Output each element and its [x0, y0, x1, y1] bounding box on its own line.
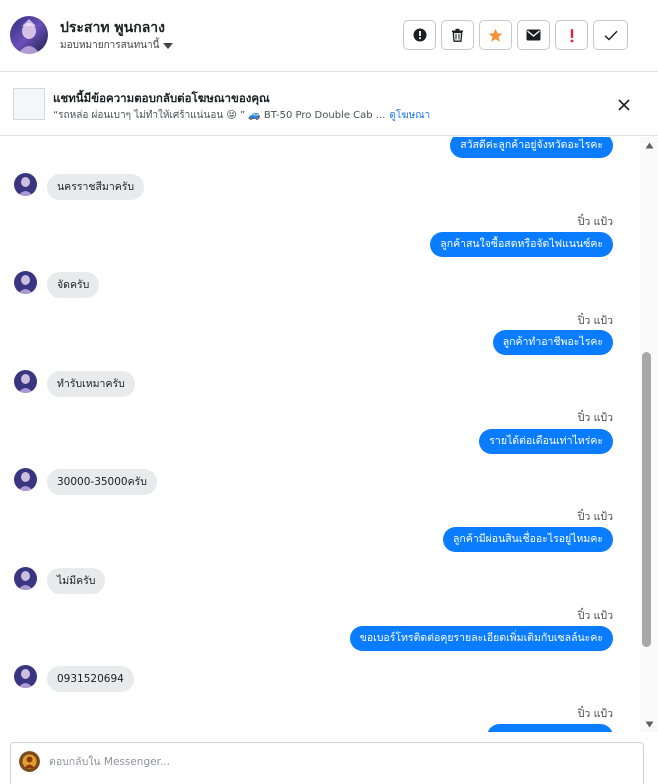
- incoming-message[interactable]: 30000-35000ครับ: [47, 469, 157, 495]
- contact-avatar-small: [14, 567, 37, 590]
- contact-name[interactable]: ประสาท พูนกลาง: [60, 17, 165, 39]
- message-thread[interactable]: สวัสดีค่ะลูกค้าอยู่จังหวัดอะไรคะ นครราชส…: [0, 137, 640, 732]
- outgoing-message[interactable]: [487, 724, 613, 732]
- mark-unread-button[interactable]: [517, 20, 550, 50]
- contact-avatar-small: [14, 370, 37, 393]
- outgoing-message[interactable]: ลูกค้าสนใจซื้อสดหรือจัดไฟแนนซ์คะ: [430, 232, 613, 257]
- scroll-down-button[interactable]: [640, 717, 658, 731]
- ad-thumbnail[interactable]: [13, 88, 45, 120]
- report-button[interactable]: [403, 20, 436, 50]
- checkmark-icon: [604, 30, 618, 40]
- outgoing-message[interactable]: ลูกค้ามีผ่อนสินเชื่ออะไรอยู่ไหมคะ: [443, 527, 613, 552]
- incoming-message[interactable]: นครราชสีมาครับ: [47, 174, 145, 200]
- outgoing-message[interactable]: ขอเบอร์โทรติดต่อคุยรายละเอียดเพิ่มเติมกั…: [349, 626, 613, 651]
- sender-name: ปิ๋ว แป้ว: [577, 511, 613, 523]
- action-toolbar: [403, 20, 628, 50]
- close-banner-button[interactable]: [613, 94, 635, 116]
- assign-label: มอบหมายการสนทนานี้: [60, 40, 160, 51]
- incoming-message[interactable]: 0931520694: [47, 666, 134, 692]
- reply-composer: [10, 742, 644, 784]
- triangle-up-icon: [645, 142, 653, 148]
- outgoing-message[interactable]: ลูกค้าทำอาชีพอะไรคะ: [492, 330, 613, 355]
- envelope-icon: [526, 29, 541, 41]
- page-avatar: [19, 751, 40, 772]
- outgoing-message[interactable]: สวัสดีค่ะลูกค้าอยู่จังหวัดอะไรคะ: [450, 137, 613, 158]
- caret-down-icon: [163, 42, 174, 49]
- assign-conversation-dropdown[interactable]: มอบหมายการสนทนานี้: [60, 38, 174, 53]
- view-ad-link[interactable]: ดูโฆษณา: [389, 108, 430, 123]
- contact-avatar[interactable]: [10, 16, 48, 54]
- ad-caption: “รถหล่อ ผ่อนเบาๆ ไม่ทำให้เศร้าแน่นอน 😝 ”…: [53, 110, 386, 121]
- alert-circle-icon: [413, 28, 426, 42]
- scrollbar-thumb[interactable]: [642, 352, 651, 647]
- star-button[interactable]: [479, 20, 512, 50]
- close-icon: [618, 99, 630, 111]
- sender-name: ปิ๋ว แป้ว: [577, 315, 613, 327]
- outgoing-message[interactable]: รายได้ต่อเดือนเท่าไหร่คะ: [479, 429, 613, 454]
- banner-title: แชทนี้มีข้อความตอบกลับต่อโฆษณาของคุณ: [53, 91, 270, 105]
- done-button[interactable]: [593, 20, 628, 50]
- trash-icon: [452, 28, 463, 42]
- scroll-up-button[interactable]: [640, 138, 658, 152]
- spam-button[interactable]: [555, 20, 588, 50]
- sender-name: ปิ๋ว แป้ว: [577, 412, 613, 424]
- sender-name: ปิ๋ว แป้ว: [577, 216, 613, 228]
- sender-name: ปิ๋ว แป้ว: [577, 610, 613, 622]
- ad-reply-banner: แชทนี้มีข้อความตอบกลับต่อโฆษณาของคุณ “รถ…: [0, 72, 658, 136]
- contact-avatar-small: [14, 468, 37, 491]
- incoming-message[interactable]: จัดครับ: [47, 272, 100, 298]
- conversation-header: ประสาท พูนกลาง มอบหมายการสนทนานี้: [0, 0, 658, 72]
- sender-name: ปิ๋ว แป้ว: [577, 708, 613, 720]
- banner-subtitle: “รถหล่อ ผ่อนเบาๆ ไม่ทำให้เศร้าแน่นอน 😝 ”…: [53, 108, 430, 123]
- incoming-message[interactable]: ไม่มีครับ: [47, 568, 106, 594]
- delete-button[interactable]: [441, 20, 474, 50]
- contact-avatar-small: [14, 271, 37, 294]
- triangle-down-icon: [645, 721, 653, 727]
- star-icon: [488, 28, 503, 42]
- incoming-message[interactable]: ทำรับเหมาครับ: [47, 371, 135, 397]
- reply-input[interactable]: [49, 752, 609, 772]
- exclamation-icon: [570, 28, 573, 42]
- contact-avatar-small: [14, 665, 37, 688]
- contact-avatar-small: [14, 173, 37, 196]
